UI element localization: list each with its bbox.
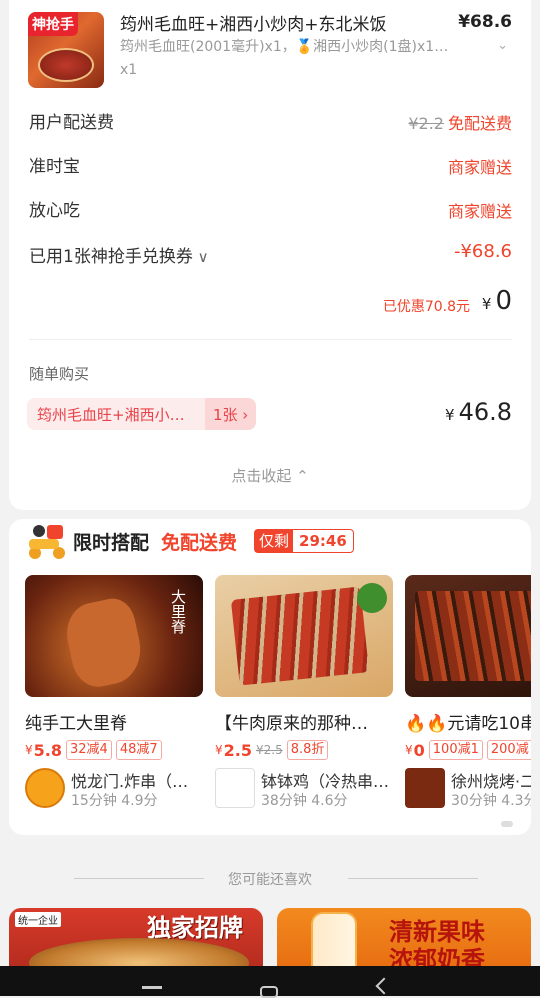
home-icon[interactable] <box>260 986 278 998</box>
food-image <box>405 575 531 697</box>
chevron-down-icon[interactable]: ⌄ <box>497 38 508 53</box>
shop-name: 钵钵鸡（冷热串… <box>261 772 390 791</box>
order-total-value: 0 <box>495 286 512 316</box>
addon-item-name: 筠州毛血旺+湘西小炒肉 <box>37 405 200 424</box>
recommend-title: 您可能还喜欢 <box>228 872 312 888</box>
addon-title: 随单购买 <box>29 365 90 383</box>
currency-symbol: ¥ <box>215 743 223 757</box>
divider-line <box>348 878 478 879</box>
addon-price-value: 46.8 <box>458 398 512 426</box>
divider <box>29 339 512 340</box>
combo-item-price-row: ¥2.5 ¥2.5 8.8折 <box>215 740 393 760</box>
combo-item-price: 5.8 <box>33 740 62 760</box>
food-image-caption: 大里脊 <box>169 589 187 634</box>
combo-item-name: 纯手工大里脊 <box>25 714 127 734</box>
discount-tag: 100减1 <box>428 740 483 760</box>
discount-tag: 32减4 <box>65 740 112 760</box>
scooter-icon <box>29 525 65 559</box>
shop-meta: 15分钟 4.9分 <box>71 793 158 809</box>
scroll-indicator <box>501 821 513 827</box>
addon-item-chip[interactable]: 筠州毛血旺+湘西小炒肉 1张 › <box>27 398 257 430</box>
banner-tag: 统一企业 <box>15 912 61 927</box>
combo-item-price: 0 <box>413 740 425 760</box>
currency-symbol: ¥ <box>405 743 413 757</box>
combo-card: 限时搭配 免配送费 仅剩 29:46 大里脊 纯手工大里脊 ¥5.8 32减4 … <box>9 519 531 835</box>
food-image: 大里脊 <box>25 575 203 697</box>
currency-symbol: ¥ <box>481 295 492 313</box>
shop-logo <box>25 768 65 808</box>
food-image <box>215 575 393 697</box>
shop-info: 徐州烧烤·二 30分钟 4.3分 <box>405 768 531 809</box>
product-items-summary: 筠州毛血旺(2001毫升)x1，🏅湘西小炒肉(1盘)x1… <box>120 39 449 55</box>
saving-text: 已优惠70.8元 <box>382 299 470 315</box>
combo-item-name: 【牛肉原来的那种… <box>215 714 368 734</box>
shop-logo <box>405 768 445 808</box>
coupon-value: -¥68.6 <box>453 241 512 262</box>
chevron-down-icon: ∨ <box>192 248 209 266</box>
addon-price: ¥46.8 <box>445 398 512 426</box>
combo-item-price: 2.5 <box>223 740 252 760</box>
collapse-button[interactable]: 点击收起 ⌃ <box>0 465 540 486</box>
safe-eat-value: 商家赠送 <box>447 202 512 221</box>
combo-title: 限时搭配 <box>73 532 150 554</box>
shop-name: 悦龙门.炸串（… <box>71 772 189 791</box>
ontime-value: 商家赠送 <box>447 158 512 177</box>
product-thumbnail[interactable]: 神抢手 <box>28 12 104 88</box>
combo-item-price-row: ¥0 100减1 200减 <box>405 740 531 760</box>
original-price: ¥2.5 <box>255 743 283 757</box>
delivery-fee-original: ¥2.2 <box>408 114 444 133</box>
countdown-timer: 仅剩 29:46 <box>254 529 354 553</box>
product-title[interactable]: 筠州毛血旺+湘西小炒肉+东北米饭 <box>120 10 387 35</box>
ontime-label: 准时宝 <box>29 157 80 177</box>
system-nav-bar <box>0 966 540 998</box>
discount-tag: 200减 <box>486 740 531 760</box>
product-price: ¥68.6 <box>458 12 512 32</box>
combo-free-delivery: 免配送费 <box>161 532 238 554</box>
delivery-fee-free: 免配送费 <box>447 114 512 133</box>
shop-info: 悦龙门.炸串（… 15分钟 4.9分 <box>25 768 203 809</box>
shop-info: 钵钵鸡（冷热串… 38分钟 4.6分 <box>215 768 393 809</box>
coupon-selector[interactable]: 已用1张神抢手兑换券 ∨ <box>29 242 209 267</box>
delivery-fee-value: ¥2.2 免配送费 <box>408 110 512 134</box>
shop-meta: 38分钟 4.6分 <box>261 793 348 809</box>
shop-meta: 30分钟 4.3分 <box>451 793 531 809</box>
back-icon[interactable] <box>375 977 393 995</box>
combo-item[interactable]: 🔥🔥元请吃10串 ¥0 100减1 200减 徐州烧烤·二 30分钟 4.3分 <box>405 575 531 809</box>
discount-tag: 48减7 <box>115 740 162 760</box>
menu-icon[interactable] <box>142 986 162 989</box>
order-total: ¥0 <box>482 286 512 316</box>
discount-tag: 8.8折 <box>286 740 329 760</box>
delivery-fee-label: 用户配送费 <box>29 113 114 133</box>
product-items-summary-2: x1 <box>120 62 138 78</box>
combo-item-price-row: ¥5.8 32减4 48减7 <box>25 740 203 760</box>
combo-item[interactable]: 大里脊 纯手工大里脊 ¥5.8 32减4 48减7 悦龙门.炸串（… 15分钟 … <box>25 575 203 809</box>
timer-label: 仅剩 <box>255 530 294 552</box>
addon-item-qty: 1张 › <box>205 398 257 430</box>
shop-name: 徐州烧烤·二 <box>451 772 531 791</box>
shop-logo <box>215 768 255 808</box>
product-badge: 神抢手 <box>28 12 78 36</box>
currency-symbol: ¥ <box>445 406 455 424</box>
combo-item[interactable]: 【牛肉原来的那种… ¥2.5 ¥2.5 8.8折 钵钵鸡（冷热串… 38分钟 4… <box>215 575 393 809</box>
currency-symbol: ¥ <box>25 743 33 757</box>
dish-image <box>38 48 94 82</box>
coupon-label: 已用1张神抢手兑换券 <box>29 247 193 267</box>
safe-eat-label: 放心吃 <box>29 201 80 221</box>
combo-item-name: 🔥🔥元请吃10串 <box>405 714 531 734</box>
timer-value: 29:46 <box>299 532 347 550</box>
